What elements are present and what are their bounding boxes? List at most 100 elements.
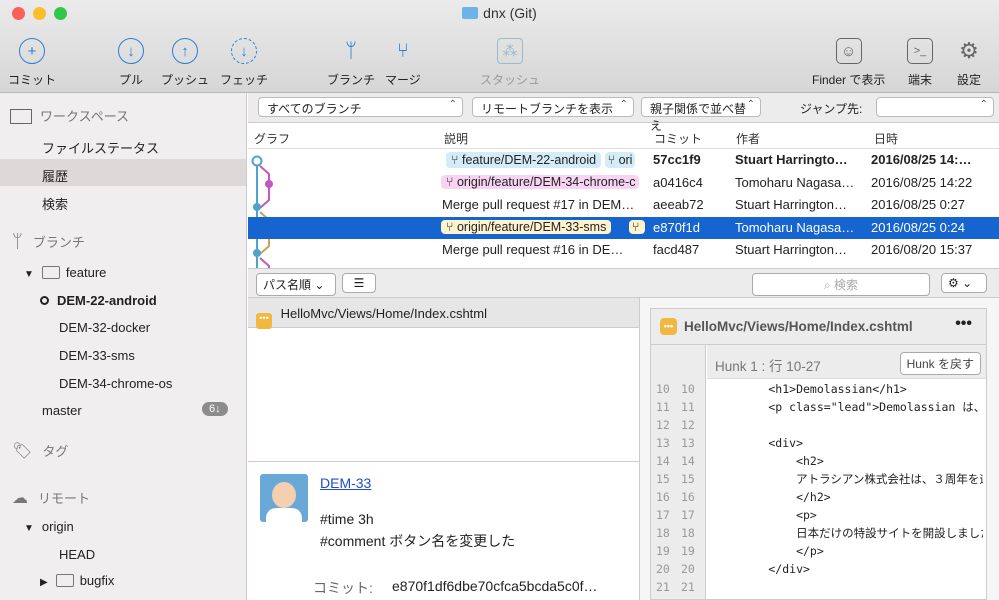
code-text: <p> — [713, 508, 817, 522]
old-line-number: 17 — [656, 508, 670, 522]
sidebar-section-workspace: ワークスペース — [10, 106, 129, 125]
plus-icon: + — [19, 38, 45, 64]
header-commit[interactable]: コミット — [654, 130, 702, 147]
branch-tag: ⑂ feature/DEM-22-android ⑂ ori — [441, 152, 640, 168]
stash-button[interactable]: ⁂ スタッシュ — [480, 38, 540, 88]
header-graph[interactable]: グラフ — [254, 130, 290, 147]
push-button[interactable]: ↑ プッシュ — [161, 38, 209, 88]
terminal-button[interactable]: >_ 端末 — [907, 38, 933, 88]
new-line-number: 11 — [681, 400, 695, 414]
diff-line: 10 10 <h1>Demolassian</h1> — [651, 380, 986, 398]
code-text: <h1>Demolassian</h1> — [713, 382, 907, 396]
sidebar-remote-head[interactable]: HEAD — [59, 547, 95, 562]
gear-icon: ⚙ — [948, 276, 959, 290]
sort-select[interactable]: パス名順 ⌄ — [256, 273, 336, 296]
branch-filter-select[interactable]: すべてのブランチ — [258, 97, 463, 117]
diff-line: 19 19 </p> — [651, 542, 986, 560]
table-row[interactable]: Merge pull request #17 in DEM… aeeab72 S… — [248, 194, 999, 217]
finder-button[interactable]: ☺ Finder で表示 — [812, 38, 885, 88]
folder-icon — [462, 7, 479, 19]
options-menu-button[interactable]: ⚙ ⌄ — [941, 273, 987, 293]
sidebar: ワークスペース ファイルステータス 履歴 検索 ᛘ ブランチ ▼ feature D… — [0, 93, 247, 600]
old-line-number: 10 — [656, 382, 670, 396]
header-description[interactable]: 説明 — [444, 130, 468, 147]
description: Merge pull request #16 in DE… — [442, 242, 624, 258]
new-line-number: 21 — [681, 580, 695, 594]
code-text: </p> — [713, 544, 824, 558]
branch-icon: ᛘ — [12, 231, 23, 251]
issue-link[interactable]: DEM-33 — [320, 475, 371, 491]
diff-line: 12 12 — [651, 416, 986, 434]
old-line-number: 13 — [656, 436, 670, 450]
sidebar-section-remote[interactable]: ☁ リモート — [12, 488, 90, 508]
table-header: グラフ 説明 コミット 作者 日時 — [248, 125, 999, 149]
diff-line: 16 16 </h2> — [651, 488, 986, 506]
sidebar-section-branches[interactable]: ᛘ ブランチ — [12, 231, 85, 252]
branch-button[interactable]: ᛘ ブランチ — [327, 38, 375, 88]
remote-branch-select[interactable]: リモートブランチを表示 — [472, 97, 634, 117]
old-line-number: 15 — [656, 472, 670, 486]
diff-line: 11 11 <p class="lead">Demolassian は、架 — [651, 398, 986, 416]
file-item[interactable]: ••• HelloMvc/Views/Home/Index.cshtml — [248, 298, 639, 329]
fetch-button[interactable]: ↓ フェッチ — [220, 38, 268, 88]
commit-button[interactable]: + コミット — [8, 38, 56, 88]
header-author[interactable]: 作者 — [736, 130, 760, 147]
sidebar-branch[interactable]: DEM-34-chrome-os — [59, 376, 172, 391]
table-row-selected[interactable]: ⑂ origin/feature/DEM-33-sms ⑂ e870f1d To… — [248, 216, 999, 240]
more-icon[interactable]: ••• — [955, 315, 972, 333]
file-list-panel: ••• HelloMvc/Views/Home/Index.cshtml DEM… — [248, 298, 640, 600]
sidebar-item-history[interactable]: 履歴 — [42, 166, 68, 185]
code-text: アトラシアン株式会社は、３周年を迎. — [713, 472, 983, 486]
tree-folder-feature[interactable]: ▼ feature — [24, 265, 106, 280]
code-text: </h2> — [713, 490, 831, 504]
pull-button[interactable]: ↓ プル — [118, 38, 144, 88]
hunk-header: Hunk 1 : 行 10-27 Hunk を戻す — [707, 345, 986, 379]
sidebar-branch[interactable]: DEM-32-docker — [59, 320, 150, 335]
revert-hunk-button[interactable]: Hunk を戻す — [899, 352, 981, 375]
author: Tomoharu Nagasa… — [735, 219, 855, 235]
branch-icon: ᛘ — [345, 39, 357, 62]
new-line-number: 16 — [681, 490, 695, 504]
new-line-number: 17 — [681, 508, 695, 522]
old-line-number: 12 — [656, 418, 670, 432]
new-line-number: 12 — [681, 418, 695, 432]
tree-remote-origin[interactable]: ▼ origin — [24, 519, 74, 534]
old-line-number: 11 — [656, 400, 670, 414]
sidebar-item-file-status[interactable]: ファイルステータス — [42, 138, 159, 157]
new-line-number: 19 — [681, 544, 695, 558]
disclosure-closed-icon: ▶ — [40, 577, 48, 588]
sidebar-branch-current[interactable]: DEM-22-android — [40, 293, 157, 308]
search-input[interactable]: ⌕ 検索 — [752, 273, 930, 296]
commit-table: グラフ 説明 コミット 作者 日時 ⑂ feature/DEM-22-andro… — [248, 125, 999, 270]
settings-button[interactable]: ⚙ 設定 — [956, 38, 982, 88]
header-date[interactable]: 日時 — [874, 130, 898, 147]
jump-select[interactable] — [876, 97, 994, 117]
commit-message-line: #comment ボタン名を変更した — [320, 533, 516, 549]
new-line-number: 18 — [681, 526, 695, 540]
title-bar: dnx (Git) + コミット ↓ プル ↑ プッシュ ↓ フェッチ ᛘ ブランチ ⑂ マ… — [0, 0, 999, 93]
table-row[interactable]: ⑂ feature/DEM-22-android ⑂ ori 57cc1f9 S… — [248, 149, 999, 172]
disclosure-open-icon: ▼ — [24, 269, 34, 280]
behind-count-badge: 6↓ — [202, 402, 228, 416]
branch-tag: ⑂ origin/feature/DEM-33-sms — [441, 219, 612, 234]
diff-line: 13 13 <div> — [651, 434, 986, 452]
sidebar-section-tags[interactable]: 🏷 タグ — [12, 441, 68, 461]
code-text: 日本だけの特設サイトを開設しました — [713, 526, 983, 540]
tree-folder-bugfix[interactable]: ▶ bugfix — [40, 573, 114, 588]
sort-order-select[interactable]: 親子関係で並べ替え — [641, 97, 761, 133]
merge-button[interactable]: ⑂ マージ — [385, 38, 421, 88]
filter-bar: すべてのブランチ リモートブランチを表示 親子関係で並べ替え ジャンプ先: — [248, 93, 999, 133]
sidebar-branch[interactable]: DEM-33-sms — [59, 348, 135, 363]
sidebar-branch-master[interactable]: master — [42, 403, 82, 418]
jump-label: ジャンプ先: — [800, 102, 863, 116]
diff-line: 18 18 日本だけの特設サイトを開設しました — [651, 524, 986, 542]
date: 2016/08/20 15:37 — [871, 242, 973, 258]
table-row[interactable]: ⑂ origin/feature/DEM-34-chrome-c a0416c4… — [248, 172, 999, 195]
fetch-icon: ↓ — [231, 38, 257, 64]
list-view-button[interactable]: ☰ — [342, 273, 376, 293]
current-branch-icon — [40, 296, 49, 305]
sidebar-item-search[interactable]: 検索 — [42, 194, 68, 213]
commit-hash-full: e870f1df6dbe70cfca5bcda5c0f… — [392, 578, 598, 594]
tag-icon: 🏷 — [12, 443, 33, 460]
table-row[interactable]: Merge pull request #16 in DE… facd487 St… — [248, 239, 999, 262]
